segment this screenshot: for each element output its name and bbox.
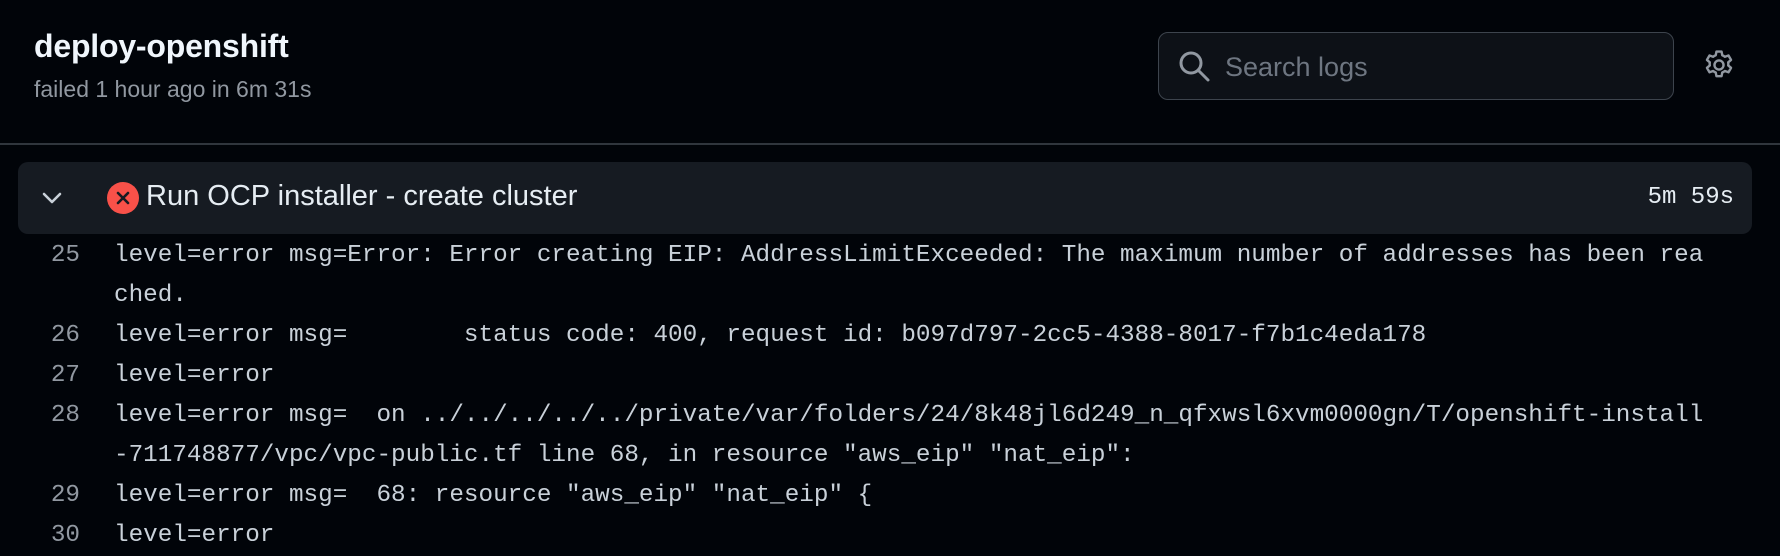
search-logs-box[interactable]: [1158, 32, 1674, 100]
log-output: 25 level=error msg=Error: Error creating…: [0, 236, 1780, 556]
log-line[interactable]: 29 level=error msg= 68: resource "aws_ei…: [0, 476, 1780, 516]
job-title: deploy-openshift: [34, 28, 289, 64]
log-line[interactable]: 25 level=error msg=Error: Error creating…: [0, 236, 1780, 316]
chevron-down-icon[interactable]: [38, 184, 66, 212]
line-number[interactable]: 30: [0, 516, 114, 556]
log-text: level=error: [114, 362, 275, 389]
line-number[interactable]: 25: [0, 236, 114, 316]
step-duration: 5m 59s: [1647, 184, 1734, 211]
log-text: level=error msg= on ../../../../../priva…: [114, 402, 1704, 469]
step-title: Run OCP installer - create cluster: [146, 180, 578, 212]
x-circle-fill-icon: [107, 182, 139, 214]
log-line[interactable]: 30 level=error: [0, 516, 1780, 556]
search-logs-input[interactable]: [1223, 43, 1657, 91]
gear-icon[interactable]: [1702, 48, 1736, 82]
line-number[interactable]: 29: [0, 476, 114, 516]
job-header: deploy-openshift failed 1 hour ago in 6m…: [0, 0, 1780, 145]
log-text: level=error msg= status code: 400, reque…: [114, 322, 1427, 349]
log-line[interactable]: 28 level=error msg= on ../../../../../pr…: [0, 396, 1780, 476]
line-number[interactable]: 28: [0, 396, 114, 476]
line-number[interactable]: 27: [0, 356, 114, 396]
log-text: level=error msg=Error: Error creating EI…: [114, 242, 1704, 309]
job-status: failed 1 hour ago in 6m 31s: [34, 76, 312, 102]
search-icon: [1179, 51, 1210, 82]
log-text: level=error: [114, 522, 275, 549]
line-number[interactable]: 26: [0, 316, 114, 356]
log-line[interactable]: 26 level=error msg= status code: 400, re…: [0, 316, 1780, 356]
step-header-run-ocp-installer[interactable]: Run OCP installer - create cluster 5m 59…: [18, 162, 1752, 234]
log-text: level=error msg= 68: resource "aws_eip" …: [114, 482, 873, 509]
log-line[interactable]: 27 level=error: [0, 356, 1780, 396]
